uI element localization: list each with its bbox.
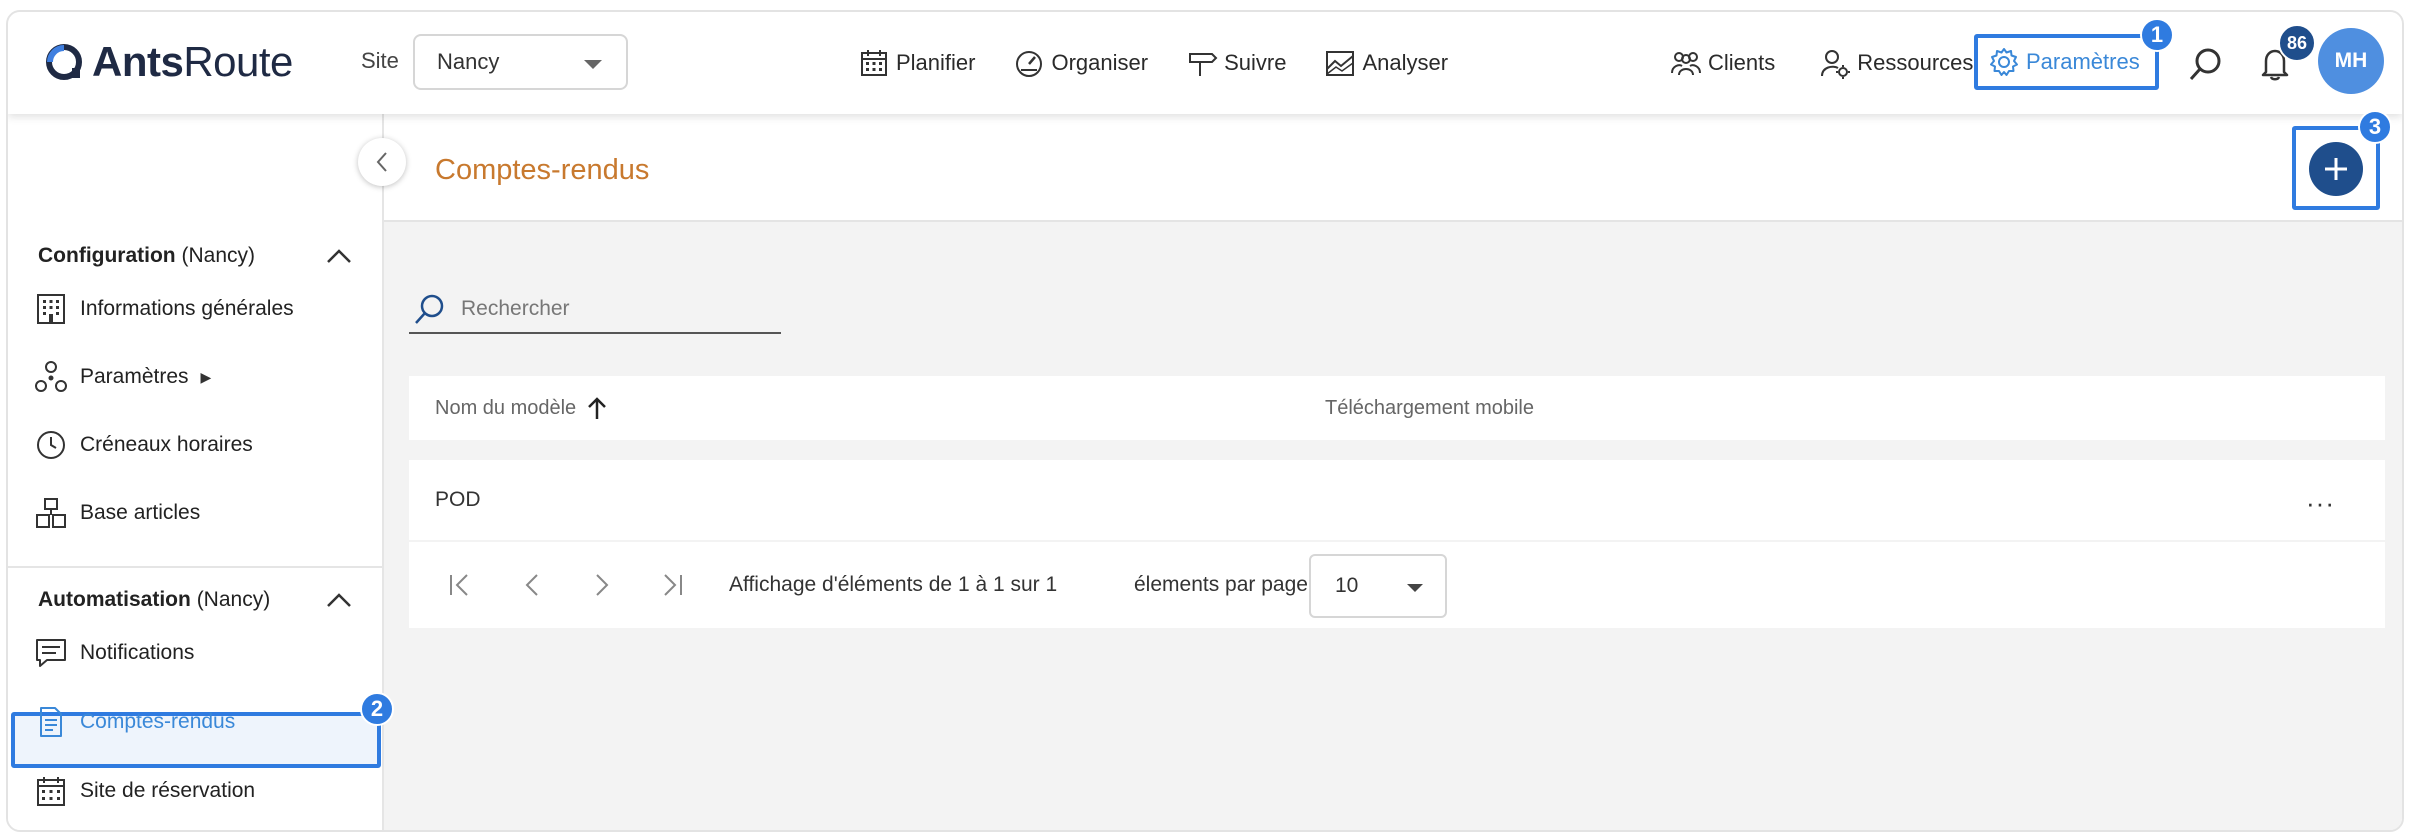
- nodes-icon: [35, 361, 67, 392]
- table-header: Nom du modèle Téléchargement mobile: [409, 376, 2385, 440]
- sidebar-item-label: Créneaux horaires: [80, 433, 253, 456]
- document-icon: [40, 707, 62, 737]
- caret-down-icon: [584, 60, 602, 69]
- chevron-left-icon: [376, 152, 387, 172]
- section-suffix: (Nancy): [181, 244, 255, 267]
- nav-organiser-label: Organiser: [1051, 50, 1149, 75]
- sidebar-item-label: Base articles: [80, 501, 201, 524]
- notification-count-badge: 86: [2278, 24, 2316, 62]
- sidebar-item-label: Comptes-rendus: [80, 710, 236, 733]
- sidebar-divider: [8, 566, 382, 568]
- site-select[interactable]: Nancy: [413, 34, 628, 90]
- signpost-icon: [1189, 53, 1218, 76]
- search-input[interactable]: [461, 297, 761, 321]
- search-icon: [415, 294, 444, 324]
- calendar-icon: [37, 777, 65, 806]
- column-header-telechargement[interactable]: Téléchargement mobile: [1325, 397, 1534, 420]
- nav-clients[interactable]: Clients: [1670, 47, 1775, 79]
- submenu-arrow-icon: ▶: [200, 368, 212, 385]
- logo-text-bold: Ants: [92, 38, 184, 85]
- sidebar: Configuration (Nancy) Informations génér…: [8, 114, 394, 830]
- search-icon[interactable]: [2188, 46, 2224, 82]
- sidebar-item-notifications[interactable]: Notifications: [34, 636, 194, 670]
- last-page-icon[interactable]: [657, 570, 687, 600]
- nav-suivre[interactable]: Suivre: [1186, 47, 1286, 79]
- step-badge-2: 2: [360, 692, 394, 726]
- add-button[interactable]: [2309, 142, 2363, 196]
- plus-icon: [2325, 158, 2347, 180]
- user-gear-icon: [1821, 50, 1851, 79]
- app-window: AntsRoute Site Nancy Planifier Organiser…: [6, 10, 2404, 832]
- site-select-value: Nancy: [437, 49, 500, 74]
- nav-parametres[interactable]: Paramètres: [1974, 34, 2159, 90]
- user-avatar[interactable]: MH: [2318, 28, 2384, 94]
- previous-page-icon[interactable]: [517, 570, 547, 600]
- calendar-icon: [861, 50, 887, 76]
- sidebar-item-creneaux[interactable]: Créneaux horaires: [34, 428, 253, 462]
- top-bar: AntsRoute Site Nancy Planifier Organiser…: [8, 12, 2402, 114]
- sidebar-section-configuration[interactable]: Configuration (Nancy): [38, 244, 255, 268]
- message-icon: [36, 639, 66, 667]
- sidebar-item-base-articles[interactable]: Base articles: [34, 496, 200, 530]
- nav-ressources-label: Ressources: [1857, 50, 1974, 75]
- per-page-select[interactable]: 10: [1309, 554, 1447, 618]
- sidebar-section-automatisation[interactable]: Automatisation (Nancy): [38, 588, 270, 612]
- nav-parametres-label: Paramètres: [2026, 49, 2140, 74]
- per-page-value: 10: [1335, 574, 1359, 597]
- sidebar-item-site-reservation[interactable]: Site de réservation: [34, 774, 255, 808]
- more-actions-icon[interactable]: ···: [2306, 488, 2335, 519]
- step-badge-3: 3: [2358, 110, 2392, 144]
- section-title: Configuration: [38, 244, 176, 267]
- column-header-label: Nom du modèle: [435, 396, 577, 419]
- nav-organiser[interactable]: Organiser: [1013, 47, 1148, 79]
- main-content: Comptes-rendus 3 Nom du modèle Télécharg…: [384, 110, 2402, 830]
- section-title: Automatisation: [38, 588, 191, 611]
- step-badge-1: 1: [2140, 18, 2174, 52]
- sort-ascending-icon: [588, 397, 607, 419]
- nav-clients-label: Clients: [1708, 50, 1776, 75]
- nav-analyser[interactable]: Analyser: [1324, 47, 1448, 79]
- chevron-up-icon[interactable]: [326, 248, 352, 264]
- secondary-nav: Clients Ressources: [1670, 12, 1973, 114]
- sidebar-item-label: Paramètres: [80, 365, 189, 388]
- content-header: Comptes-rendus 3: [384, 110, 2402, 222]
- site-label: Site: [361, 48, 399, 73]
- chart-icon: [1326, 51, 1355, 76]
- users-icon: [1671, 52, 1701, 76]
- pagination-info: Affichage d'éléments de 1 à 1 sur 1: [729, 573, 1058, 596]
- sidebar-item-label: Notifications: [80, 641, 195, 664]
- antsroute-logo[interactable]: AntsRoute: [44, 38, 293, 86]
- pagination: Affichage d'éléments de 1 à 1 sur 1 élem…: [409, 542, 2385, 628]
- logo-text-rest: Route: [183, 38, 293, 85]
- cell-nom: POD: [435, 488, 481, 511]
- table-row[interactable]: POD ···: [409, 460, 2385, 540]
- sidebar-item-comptes-rendus[interactable]: Comptes-rendus: [34, 705, 235, 739]
- sidebar-item-informations[interactable]: Informations générales: [34, 292, 294, 326]
- page-title: Comptes-rendus: [435, 154, 650, 186]
- first-page-icon[interactable]: [445, 570, 475, 600]
- sidebar-item-label: Site de réservation: [80, 779, 256, 802]
- chevron-up-icon[interactable]: [326, 592, 352, 608]
- sidebar-item-parametres[interactable]: Paramètres ▶: [34, 360, 211, 394]
- caret-down-icon: [1407, 584, 1423, 592]
- gauge-icon: [1016, 51, 1043, 77]
- column-header-nom[interactable]: Nom du modèle: [435, 396, 608, 420]
- section-suffix: (Nancy): [196, 588, 271, 611]
- nav-ressources[interactable]: Ressources: [1819, 47, 1973, 79]
- next-page-icon[interactable]: [587, 570, 617, 600]
- search-field[interactable]: [409, 286, 781, 334]
- logo-icon: [46, 44, 82, 80]
- nav-suivre-label: Suivre: [1224, 50, 1287, 75]
- nav-planifier-label: Planifier: [896, 50, 976, 75]
- sidebar-item-label: Informations générales: [80, 297, 294, 320]
- nav-planifier[interactable]: Planifier: [858, 47, 975, 79]
- building-icon: [37, 294, 65, 324]
- clock-icon: [37, 431, 65, 459]
- gear-icon: [1990, 48, 2018, 76]
- nav-analyser-label: Analyser: [1362, 50, 1449, 75]
- boxes-icon: [36, 498, 66, 528]
- per-page-label: élements par page: [1134, 573, 1308, 596]
- main-nav: Planifier Organiser Suivre Analyser: [858, 12, 1448, 114]
- sidebar-collapse-button[interactable]: [358, 138, 406, 186]
